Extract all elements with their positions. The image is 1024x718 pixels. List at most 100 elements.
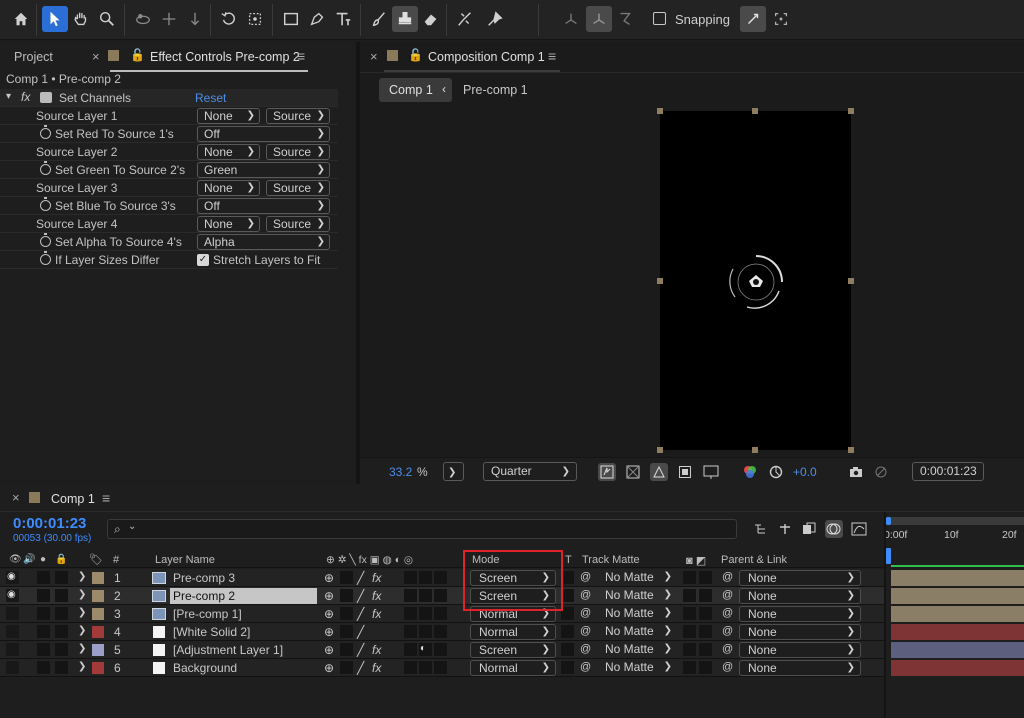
source-layer-4-channel-dropdown[interactable]: Source ❯ xyxy=(266,216,330,232)
axis-view-icon[interactable] xyxy=(612,6,638,32)
panel-menu-icon[interactable]: ≡ xyxy=(548,48,556,64)
transform-handle[interactable] xyxy=(848,278,854,284)
hand-icon[interactable] xyxy=(68,6,94,32)
close-tab-icon[interactable]: × xyxy=(370,49,378,64)
exposure-value[interactable]: +0.0 xyxy=(793,465,817,479)
matte-pickwhip-icon[interactable]: @ xyxy=(580,589,591,601)
home-icon[interactable] xyxy=(8,6,34,32)
collapse-switch[interactable] xyxy=(340,571,353,584)
label-color-swatch[interactable] xyxy=(92,608,104,620)
matte-alpha-switch[interactable] xyxy=(683,607,696,620)
matte-pickwhip-icon[interactable]: @ xyxy=(580,607,591,619)
source-layer-4-dropdown[interactable]: None ❯ xyxy=(197,216,260,232)
matte-alpha-switch[interactable] xyxy=(683,571,696,584)
shy-switch-icon[interactable]: ⊕ xyxy=(324,589,334,603)
layer-row[interactable]: ❯ 3 [Pre-comp 1] ⊕ ╱ fx Normal ❯ @ No Matte ❯ @ None… xyxy=(0,605,884,623)
layer-name[interactable]: Background xyxy=(173,661,237,675)
stretch-layers-checkbox[interactable]: ✓ xyxy=(197,254,209,266)
grid-guides-icon[interactable] xyxy=(702,463,720,481)
track-matte-dropdown[interactable]: No Matte ❯ xyxy=(597,660,677,676)
work-area-start-handle[interactable] xyxy=(886,517,891,525)
lock-toggle[interactable] xyxy=(55,643,68,656)
layer-name[interactable]: [White Solid 2] xyxy=(173,625,250,639)
quality-switch-icon[interactable]: ╱ xyxy=(357,589,364,603)
snap-features-icon[interactable] xyxy=(768,6,794,32)
timeline-timecode[interactable]: 0:00:01:23 xyxy=(13,515,86,532)
3d-layer-switch[interactable] xyxy=(434,571,447,584)
pan-under-icon[interactable] xyxy=(242,6,268,32)
selection-arrow-icon[interactable] xyxy=(42,6,68,32)
visibility-toggle[interactable]: ◉ xyxy=(6,589,19,602)
motion-blur-switch[interactable]: ◐ xyxy=(419,643,432,656)
orbit-icon[interactable] xyxy=(130,6,156,32)
track-matte-dropdown[interactable]: No Matte ❯ xyxy=(597,570,677,586)
matte-invert-switch[interactable] xyxy=(699,643,712,656)
track-matte-dropdown[interactable]: No Matte ❯ xyxy=(597,642,677,658)
type-icon[interactable] xyxy=(330,6,356,32)
3d-layer-switch[interactable] xyxy=(434,589,447,602)
frame-blend-switch[interactable] xyxy=(404,571,417,584)
channels-icon[interactable] xyxy=(741,463,759,481)
fx-switch-icon[interactable]: fx xyxy=(372,643,381,657)
expand-chevron-icon[interactable]: ❯ xyxy=(78,571,86,582)
parent-pickwhip-icon[interactable]: @ xyxy=(722,625,733,637)
col-header-layer-name[interactable]: Layer Name xyxy=(155,554,215,566)
eraser-icon[interactable] xyxy=(418,6,444,32)
transform-handle[interactable] xyxy=(657,278,663,284)
layer-duration-bar[interactable] xyxy=(891,570,1024,586)
layer-duration-bar[interactable] xyxy=(891,606,1024,622)
frame-blend-switch[interactable] xyxy=(404,625,417,638)
preserve-transparency-switch[interactable] xyxy=(561,661,574,674)
blend-mode-dropdown[interactable]: Normal ❯ xyxy=(470,660,556,676)
solo-toggle[interactable] xyxy=(37,625,50,638)
layer-search-input[interactable]: ⌕ ⌄ xyxy=(107,519,737,539)
track-matte-dropdown[interactable]: No Matte ❯ xyxy=(597,606,677,622)
resolution-dropdown[interactable]: Quarter ❯ xyxy=(483,462,577,481)
visibility-toggle[interactable] xyxy=(6,643,19,656)
matte-invert-switch[interactable] xyxy=(699,589,712,602)
layer-name[interactable]: Pre-comp 2 xyxy=(173,589,235,603)
matte-invert-switch[interactable] xyxy=(699,571,712,584)
layer-row[interactable]: ◉ ❯ 1 Pre-comp 3 ⊕ ╱ fx Screen ❯ @ No Matte ❯ @ None ❯ xyxy=(0,569,884,587)
3d-layer-switch[interactable] xyxy=(434,625,447,638)
reset-exposure-icon[interactable] xyxy=(767,463,785,481)
fx-switch-icon[interactable]: fx xyxy=(372,607,381,621)
tab-effect-controls[interactable]: Effect Controls Pre-comp 2 xyxy=(150,50,300,64)
parent-pickwhip-icon[interactable]: @ xyxy=(722,661,733,673)
expand-chevron-icon[interactable]: ❯ xyxy=(78,661,86,672)
frame-blend-switch[interactable] xyxy=(404,661,417,674)
region-of-interest-icon[interactable] xyxy=(676,463,694,481)
label-color-swatch[interactable] xyxy=(92,626,104,638)
puppet-pin-icon[interactable] xyxy=(482,6,508,32)
stopwatch-icon[interactable] xyxy=(40,233,51,247)
matte-pickwhip-icon[interactable]: @ xyxy=(580,571,591,583)
transform-handle[interactable] xyxy=(752,447,758,453)
lock-toggle[interactable] xyxy=(55,589,68,602)
parent-pickwhip-icon[interactable]: @ xyxy=(722,643,733,655)
lock-toggle[interactable] xyxy=(55,625,68,638)
fx-switch-icon[interactable]: fx xyxy=(372,589,381,603)
draft-3d-icon[interactable] xyxy=(776,520,794,538)
frame-blend-switch[interactable] xyxy=(404,643,417,656)
work-area-bar[interactable] xyxy=(886,517,1024,525)
stopwatch-icon[interactable] xyxy=(40,161,51,175)
parent-link-dropdown[interactable]: None ❯ xyxy=(739,624,861,640)
motion-blur-switch[interactable] xyxy=(419,589,432,602)
composition-mini-flowchart-icon[interactable] xyxy=(752,520,770,538)
fx-toggle[interactable]: fx xyxy=(21,90,30,104)
layer-name[interactable]: [Adjustment Layer 1] xyxy=(173,643,283,657)
parent-link-dropdown[interactable]: None ❯ xyxy=(739,642,861,658)
parent-pickwhip-icon[interactable]: @ xyxy=(722,571,733,583)
parent-pickwhip-icon[interactable]: @ xyxy=(722,607,733,619)
matte-pickwhip-icon[interactable]: @ xyxy=(580,643,591,655)
lock-toggle[interactable] xyxy=(55,571,68,584)
parent-pickwhip-icon[interactable]: @ xyxy=(722,589,733,601)
matte-alpha-switch[interactable] xyxy=(683,661,696,674)
collapse-switch[interactable] xyxy=(340,625,353,638)
collapse-switch[interactable] xyxy=(340,661,353,674)
close-tab-icon[interactable]: × xyxy=(92,49,100,64)
lock-icon[interactable]: 🔓 xyxy=(130,48,145,62)
layer-row[interactable]: ❯ 4 [White Solid 2] ⊕ ╱ Normal ❯ @ No Matte ❯ @ Non… xyxy=(0,623,884,641)
source-layer-3-dropdown[interactable]: None ❯ xyxy=(197,180,260,196)
matte-pickwhip-icon[interactable]: @ xyxy=(580,661,591,673)
